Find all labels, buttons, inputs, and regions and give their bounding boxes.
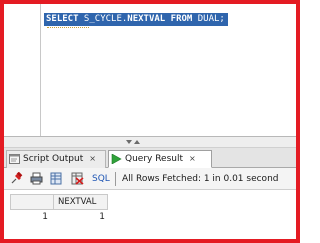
column-header-nextval[interactable]: NEXTVAL	[54, 194, 108, 210]
keyword-select: SELECT	[46, 14, 79, 24]
tab-script-output-label: Script Output	[23, 154, 84, 164]
delete-grid-icon[interactable]	[71, 172, 84, 185]
sql-worksheet-editor[interactable]: SELECT S_CYCLE.NEXTVAL FROM DUAL;	[4, 4, 296, 136]
sequence-name: S_CYCLE.	[78, 14, 128, 24]
print-icon[interactable]	[30, 172, 43, 185]
tab-query-result[interactable]: Query Result ×	[108, 150, 212, 168]
pin-icon[interactable]	[10, 172, 23, 185]
grid-cell-nextval[interactable]: 1	[54, 210, 108, 224]
panel-splitter[interactable]	[4, 136, 296, 148]
close-icon[interactable]: ×	[89, 154, 96, 163]
output-tab-bar: Script Output × Query Result ×	[4, 148, 296, 168]
expand-up-icon[interactable]	[134, 140, 140, 144]
collapse-down-icon[interactable]	[126, 140, 132, 144]
refresh-data-icon[interactable]	[50, 172, 63, 185]
tab-query-result-label: Query Result	[125, 154, 184, 164]
script-output-icon	[9, 154, 20, 164]
result-grid: NEXTVAL 1 1	[4, 190, 296, 239]
sql-link[interactable]: SQL	[92, 172, 110, 186]
selected-sql-statement[interactable]: SELECT S_CYCLE.NEXTVAL FROM DUAL;	[44, 13, 228, 26]
editor-warning-underline	[47, 26, 89, 28]
toolbar-divider	[115, 172, 116, 186]
close-icon[interactable]: ×	[189, 154, 196, 163]
editor-margin-line	[40, 4, 41, 136]
fetch-status-text: All Rows Fetched: 1 in 0.01 second	[122, 174, 279, 184]
query-result-play-icon	[111, 154, 122, 164]
editor-gutter	[4, 4, 7, 136]
tab-script-output[interactable]: Script Output ×	[6, 150, 106, 168]
row-number[interactable]: 1	[10, 210, 54, 224]
keyword-nextval: NEXTVAL	[127, 14, 166, 24]
table-name: DUAL;	[197, 14, 225, 24]
grid-corner-header[interactable]	[10, 194, 54, 210]
result-toolbar: SQL All Rows Fetched: 1 in 0.01 second	[4, 168, 296, 190]
screenshot-frame: SELECT S_CYCLE.NEXTVAL FROM DUAL; Script…	[0, 0, 300, 243]
keyword-from: FROM	[165, 14, 198, 24]
